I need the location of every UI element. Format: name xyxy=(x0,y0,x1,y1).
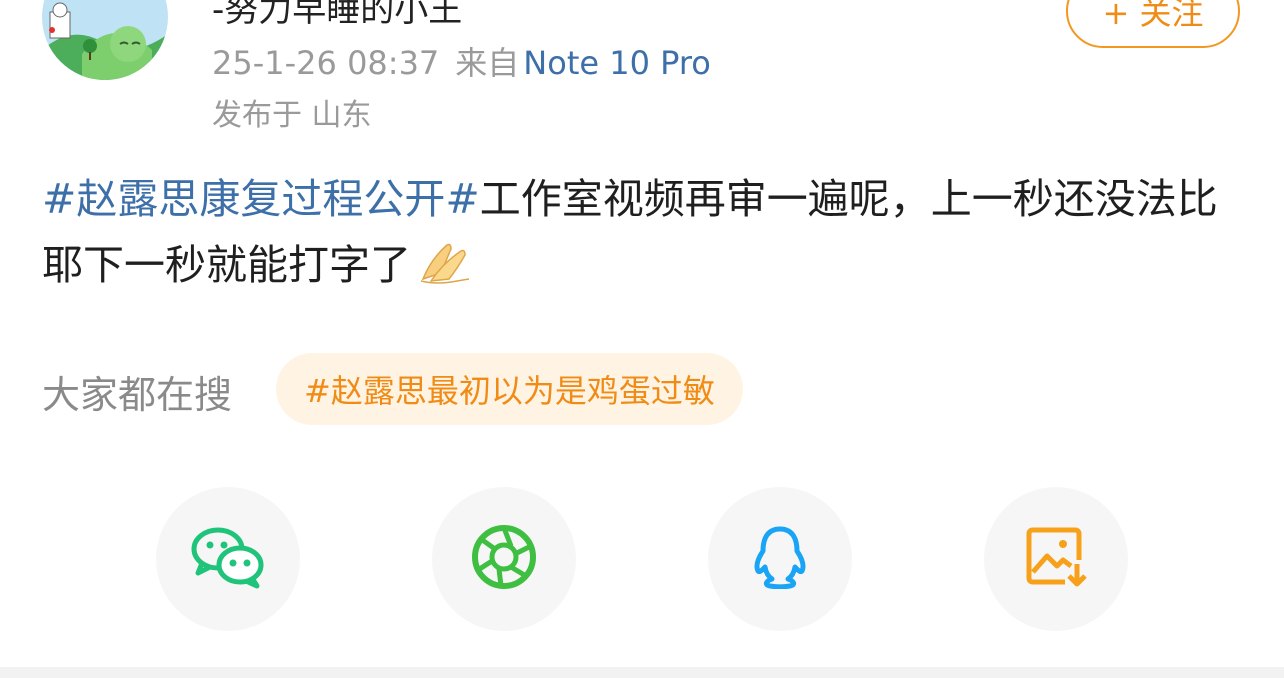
trending-tag[interactable]: #赵露思最初以为是鸡蛋过敏 xyxy=(276,353,743,425)
qq-icon xyxy=(750,525,810,593)
bottom-divider xyxy=(0,667,1284,678)
post-timestamp: 25-1-26 08:37 xyxy=(212,44,440,82)
share-moments-button[interactable] xyxy=(432,487,576,631)
share-wechat-button[interactable] xyxy=(156,487,300,631)
post-location: 发布于 山东 xyxy=(212,98,372,133)
share-qq-button[interactable] xyxy=(708,487,852,631)
post-body: #赵露思康复过程公开#工作室视频再审一遍呢，上一秒还没法比耶下一秒就能打字了 xyxy=(42,166,1232,304)
username[interactable]: -努力早睡的小王 xyxy=(212,0,462,31)
device-link[interactable]: Note 10 Pro xyxy=(523,44,711,82)
avatar[interactable] xyxy=(42,0,168,80)
from-label: 来自 xyxy=(455,44,520,82)
trending-label: 大家都在搜 xyxy=(42,373,233,417)
moments-icon xyxy=(471,524,537,594)
follow-button[interactable]: + 关注 xyxy=(1066,0,1240,48)
save-image-button[interactable] xyxy=(984,487,1128,631)
save-image-icon xyxy=(1025,526,1087,592)
topic-link[interactable]: #赵露思康复过程公开# xyxy=(42,175,480,223)
post-meta: 25-1-26 08:37 来自 Note 10 Pro xyxy=(212,38,711,84)
weibo-post-page: -努力早睡的小王 25-1-26 08:37 来自 Note 10 Pro 发布于 … xyxy=(0,0,1284,678)
praying-hands-emoji-icon xyxy=(417,238,475,304)
wechat-icon xyxy=(190,525,266,593)
